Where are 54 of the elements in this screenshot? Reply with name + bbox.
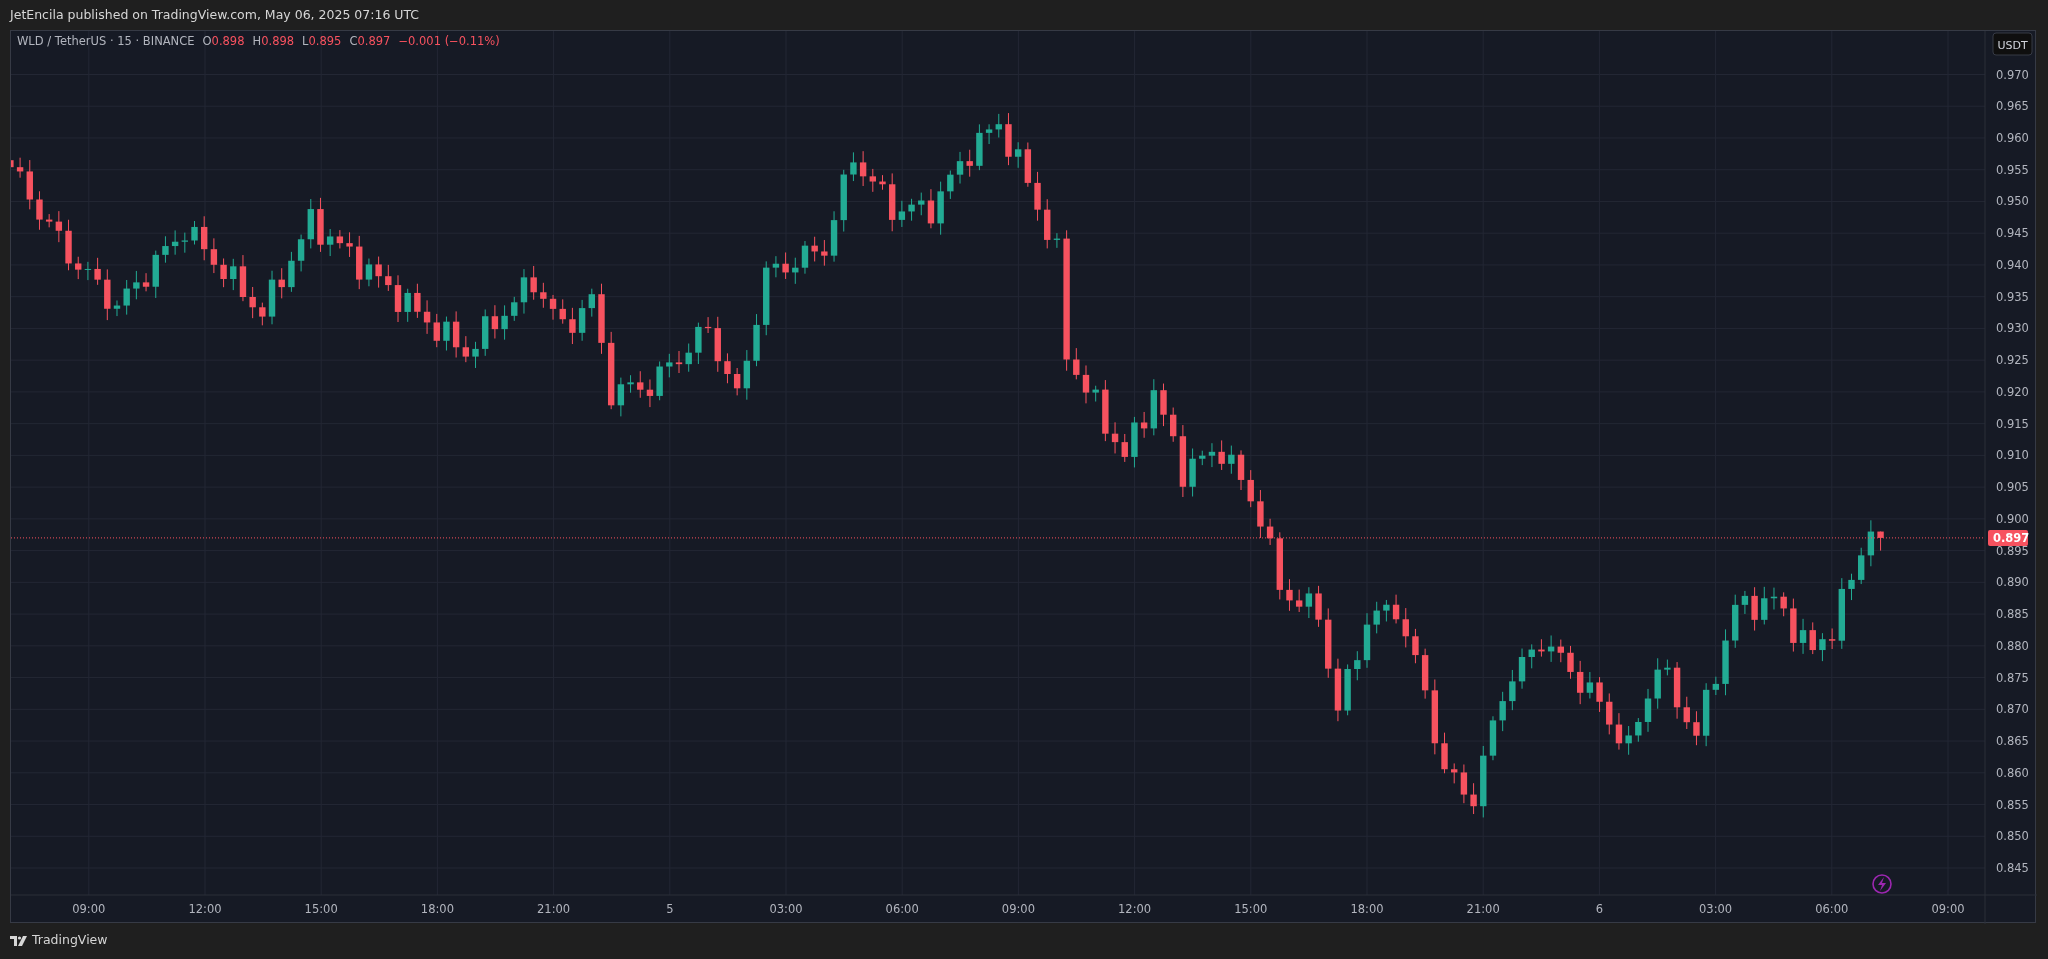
price-tick-label: 0.945	[1996, 226, 2029, 241]
ohlc-value: L0.895	[302, 33, 342, 50]
time-tick-label: 21:00	[537, 902, 571, 916]
price-tick-label: 0.955	[1996, 162, 2029, 177]
symbol-title: WLD / TetherUS · 15 · BINANCE	[17, 33, 195, 50]
time-tick-label: 06:00	[885, 902, 919, 916]
ohlc-value: O0.898	[202, 33, 245, 50]
price-tick-label: 0.970	[1996, 67, 2029, 82]
logo-icon	[10, 935, 28, 946]
time-tick-label: 09:00	[72, 902, 106, 916]
time-tick-label: 09:00	[1931, 902, 1965, 916]
price-tick-label: 0.895	[1996, 543, 2029, 558]
time-tick-label: 15:00	[1234, 902, 1268, 916]
price-tick-label: 0.920	[1996, 384, 2029, 399]
price-tick-label: 0.875	[1996, 670, 2029, 685]
price-tick-label: 0.915	[1996, 416, 2029, 431]
price-tick-label: 0.940	[1996, 257, 2029, 272]
time-tick-label: 15:00	[304, 902, 338, 916]
ohlc-value: H0.898	[252, 33, 295, 50]
time-tick-label: 06:00	[1815, 902, 1849, 916]
time-tick-label: 09:00	[1001, 902, 1035, 916]
price-tick-label: 0.870	[1996, 702, 2029, 717]
time-tick-label: 18:00	[1350, 902, 1384, 916]
price-tick-label: 0.925	[1996, 353, 2029, 368]
time-tick-label: 21:00	[1466, 902, 1500, 916]
currency-button[interactable]: USDT	[1992, 32, 2033, 56]
price-tick-label: 0.950	[1996, 194, 2029, 209]
price-change: −0.001 (−0.11%)	[398, 33, 500, 50]
time-tick-label: 12:00	[1118, 902, 1152, 916]
price-tick-label: 0.910	[1996, 448, 2029, 463]
price-tick-label: 0.885	[1996, 607, 2029, 622]
time-tick-label: 5	[666, 902, 674, 916]
price-tick-label: 0.935	[1996, 289, 2029, 304]
time-tick-label: 12:00	[188, 902, 222, 916]
price-tick-label: 0.890	[1996, 575, 2029, 590]
price-tick-label: 0.855	[1996, 797, 2029, 812]
price-tick-label: 0.930	[1996, 321, 2029, 336]
publish-note: JetEncila published on TradingView.com, May 06, 2025 07:16 UTC	[10, 7, 420, 22]
price-tick-label: 0.900	[1996, 511, 2029, 526]
time-tick-label: 6	[1595, 902, 1604, 916]
price-tick-label: 0.960	[1996, 131, 2029, 145]
price-tick-label: 0.845	[1996, 861, 2029, 875]
price-tick-label: 0.865	[1996, 734, 2029, 749]
price-tick-label: 0.965	[1996, 99, 2029, 114]
brand-name: TradingView	[32, 931, 108, 950]
time-tick-label: 03:00	[769, 902, 803, 916]
price-tick-label: 0.905	[1996, 480, 2029, 495]
lightning-icon[interactable]	[1872, 874, 1892, 894]
price-tick-label: 0.880	[1996, 638, 2029, 653]
time-tick-label: 18:00	[420, 902, 454, 916]
ohlc-value: C0.897	[349, 33, 391, 50]
price-tick-label: 0.860	[1996, 765, 2029, 780]
price-tick-label: 0.850	[1996, 829, 2029, 844]
time-tick-label: 03:00	[1699, 902, 1733, 916]
